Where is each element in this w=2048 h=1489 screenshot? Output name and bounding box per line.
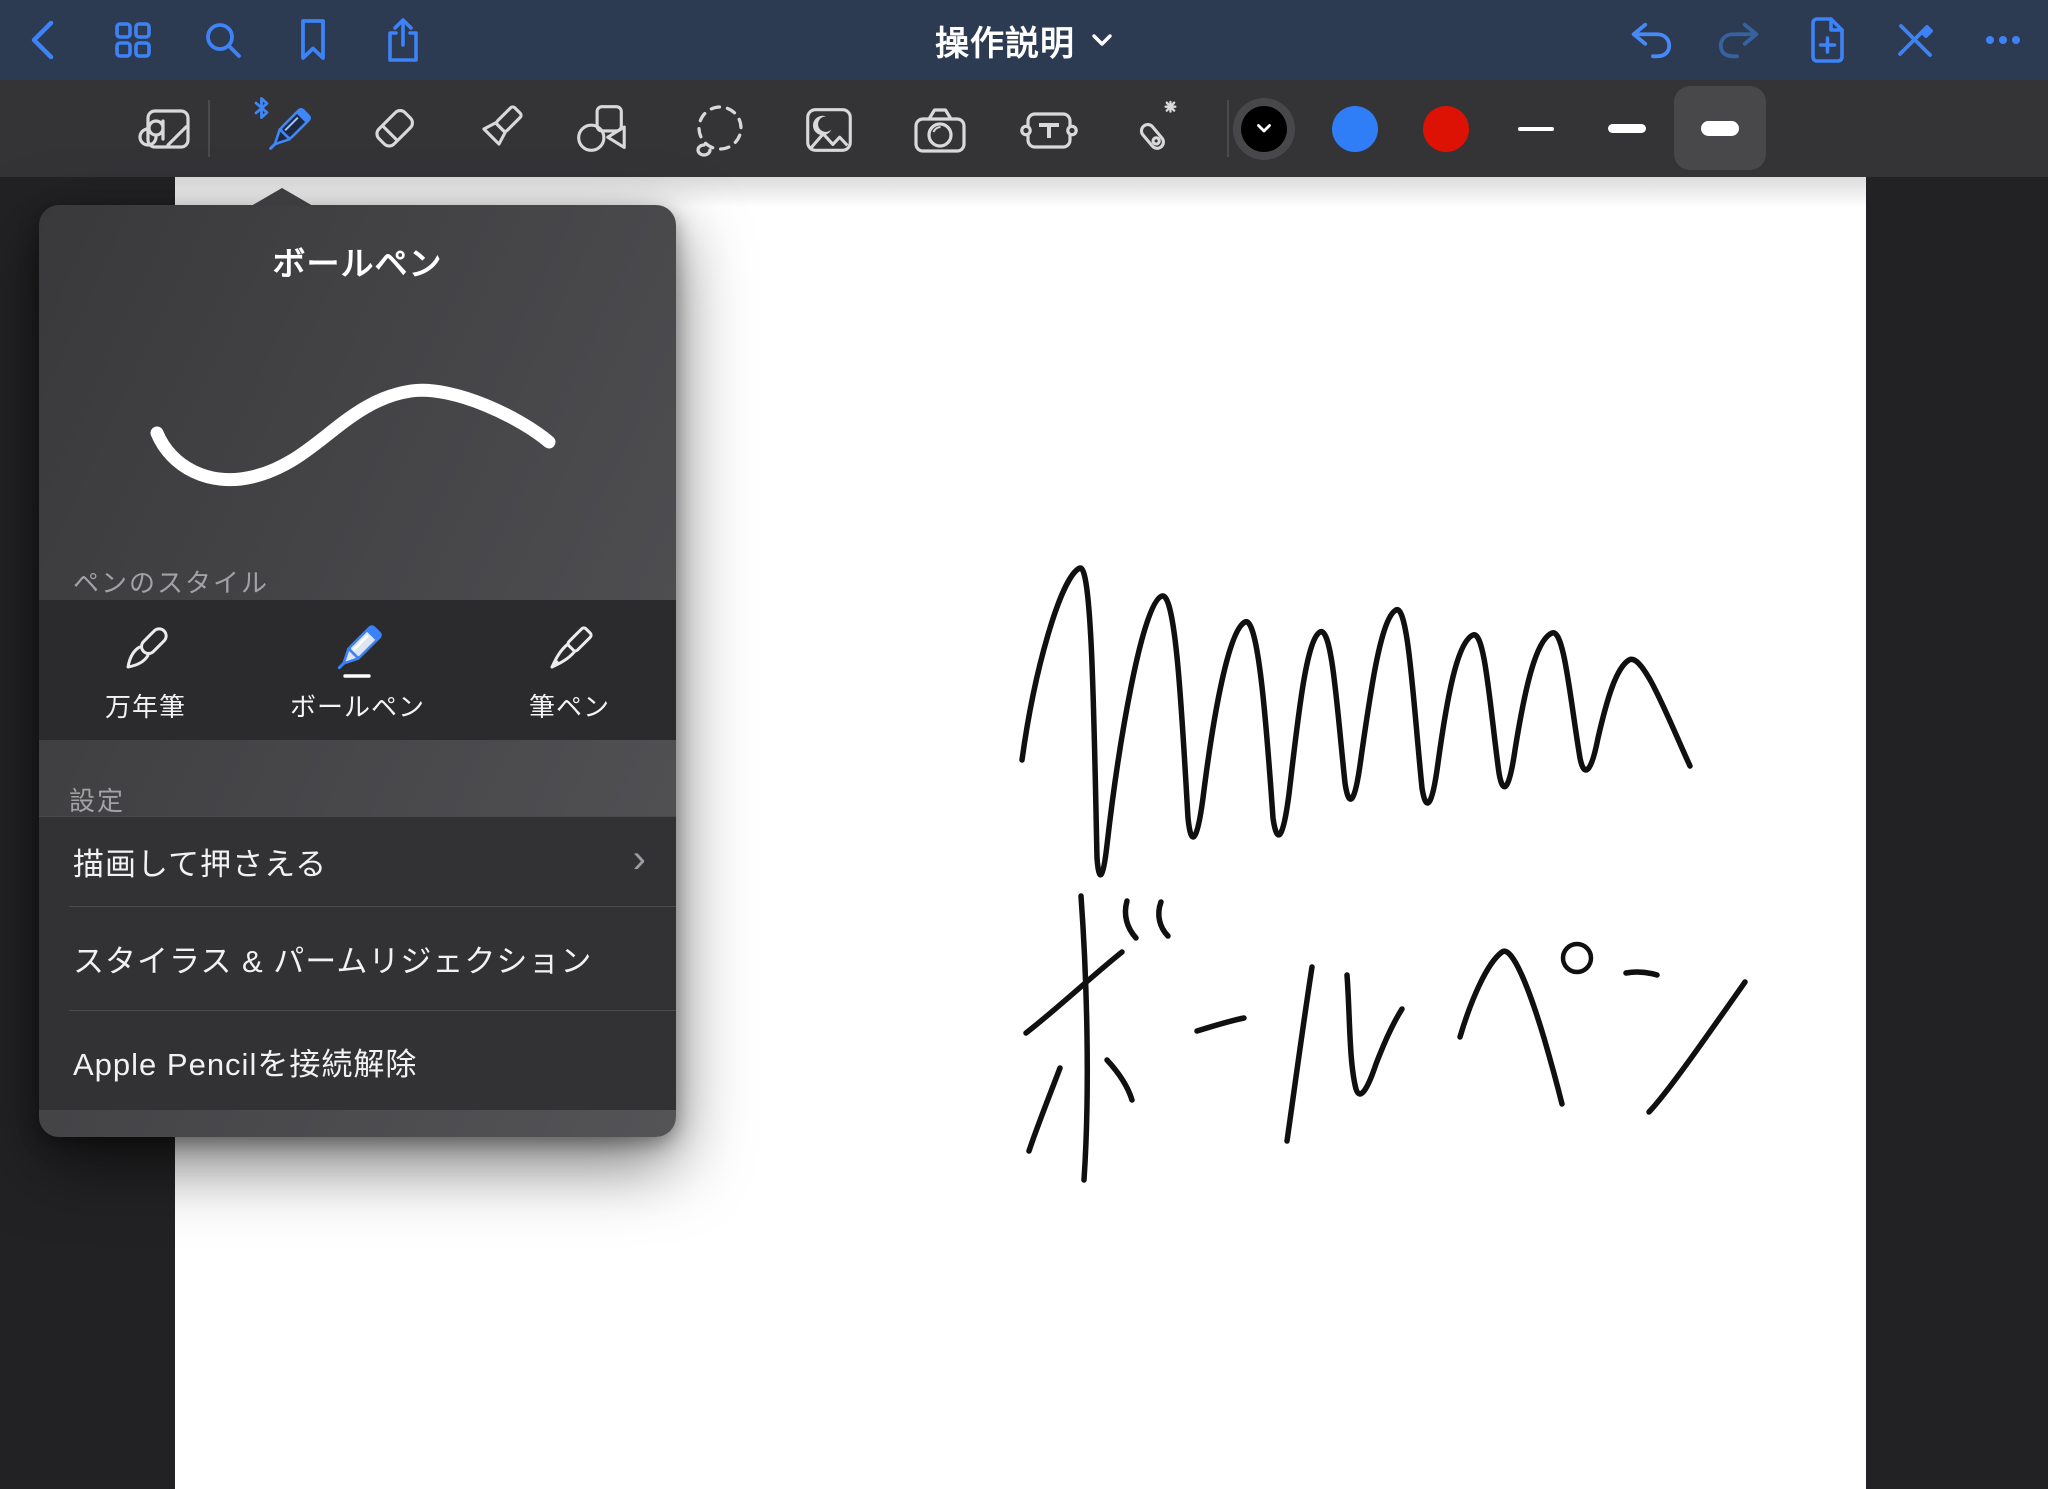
add-page-button[interactable] [1804, 12, 1850, 68]
fountain-pen-icon [112, 617, 178, 683]
nav-right-group [1628, 0, 2048, 80]
black-swatch [1241, 106, 1287, 152]
more-button[interactable] [1980, 12, 2026, 68]
pen-cross-icon [1892, 18, 1938, 62]
popover-title: ボールペン [39, 237, 676, 285]
image-tool[interactable] [783, 80, 875, 177]
thumbnails-button[interactable] [110, 12, 156, 68]
pen-toggle-button[interactable] [1892, 12, 1938, 68]
pen-settings-popover: ボールペン ペンのスタイル 万年筆 [39, 205, 676, 1137]
back-chevron-icon [26, 17, 60, 63]
lasso-tool[interactable] [674, 80, 766, 177]
medium-stroke-pill [1608, 124, 1646, 133]
bluetooth-pen-icon [245, 96, 317, 162]
camera-icon [908, 101, 972, 157]
red-swatch [1423, 106, 1469, 152]
text-box-icon [1017, 101, 1081, 157]
bookmark-icon [293, 17, 333, 63]
top-nav-bar: 操作説明 [0, 0, 2048, 80]
laser-pointer-icon [1123, 98, 1185, 160]
setting-row-label: スタイラス & パームリジェクション [73, 936, 592, 981]
undo-icon [1628, 18, 1674, 62]
pen-tool-selected[interactable] [235, 80, 327, 177]
stroke-width-medium[interactable] [1581, 80, 1673, 177]
back-button[interactable] [20, 12, 66, 68]
drawing-toolbar [0, 80, 2048, 177]
redo-icon [1716, 18, 1762, 62]
pen-style-row: 万年筆 ボールペン 筆ペン [39, 600, 676, 740]
image-icon [798, 100, 860, 158]
color-swatch-black[interactable] [1218, 80, 1310, 177]
pen-style-ballpoint-selected[interactable]: ボールペン [290, 617, 425, 724]
camera-tool[interactable] [894, 80, 986, 177]
search-icon [201, 18, 245, 62]
ballpoint-pen-icon [324, 617, 390, 683]
title-chevron-down-icon[interactable] [1091, 33, 1113, 47]
pen-style-label: 筆ペン [529, 687, 610, 724]
thick-stroke-pill [1701, 121, 1739, 136]
lasso-icon [690, 99, 750, 159]
thumbnails-grid-icon [111, 18, 155, 62]
setting-row-label: 描画して押さえる [73, 839, 327, 884]
text-tool[interactable] [1003, 80, 1095, 177]
eraser-icon [363, 98, 425, 160]
chevron-right-icon: › [633, 839, 646, 879]
laser-pointer-tool[interactable] [1108, 80, 1200, 177]
shapes-tool[interactable] [554, 80, 646, 177]
setting-row-label: Apple Pencilを接続解除 [73, 1039, 417, 1084]
blue-swatch [1332, 106, 1378, 152]
add-page-icon [1805, 15, 1849, 65]
color-swatch-red[interactable] [1400, 80, 1492, 177]
view-mode-tool[interactable] [119, 80, 211, 177]
pen-style-label: 万年筆 [105, 687, 186, 724]
pen-style-section-label: ペンのスタイル [73, 563, 269, 600]
setting-row-disconnect-apple-pencil[interactable]: Apple Pencilを接続解除 [39, 1011, 676, 1111]
eraser-tool[interactable] [348, 80, 440, 177]
nav-left-group [0, 0, 426, 80]
thin-stroke-pill [1518, 127, 1554, 131]
highlighter-tool[interactable] [453, 80, 545, 177]
stroke-width-thin[interactable] [1490, 80, 1582, 177]
share-button[interactable] [380, 12, 426, 68]
settings-rows: 描画して押さえる › スタイラス & パームリジェクション Apple Penc… [39, 816, 676, 1110]
pen-style-fountain[interactable]: 万年筆 [105, 617, 186, 724]
shapes-icon [568, 98, 632, 160]
more-ellipsis-icon [1981, 18, 2025, 62]
settings-section-label: 設定 [69, 781, 125, 818]
color-swatch-blue[interactable] [1309, 80, 1401, 177]
setting-row-draw-and-hold[interactable]: 描画して押さえる › [39, 817, 676, 906]
brush-pen-icon [536, 617, 602, 683]
share-icon [382, 16, 424, 64]
undo-button[interactable] [1628, 12, 1674, 68]
document-title[interactable]: 操作説明 [935, 16, 1075, 65]
goodnotes-screen: 操作説明 [0, 0, 2048, 1489]
search-button[interactable] [200, 12, 246, 68]
bookmark-button[interactable] [290, 12, 336, 68]
popover-arrow [251, 188, 313, 206]
redo-button[interactable] [1716, 12, 1762, 68]
view-mode-icon [134, 99, 196, 159]
selected-chevron-icon [1256, 123, 1272, 134]
toolbar-divider [208, 100, 210, 157]
pen-style-label: ボールペン [290, 687, 425, 724]
setting-row-stylus-palm-rejection[interactable]: スタイラス & パームリジェクション [39, 907, 676, 1010]
pen-style-brush[interactable]: 筆ペン [529, 617, 610, 724]
stroke-width-thick-selected[interactable] [1674, 86, 1766, 170]
highlighter-icon [468, 98, 530, 160]
